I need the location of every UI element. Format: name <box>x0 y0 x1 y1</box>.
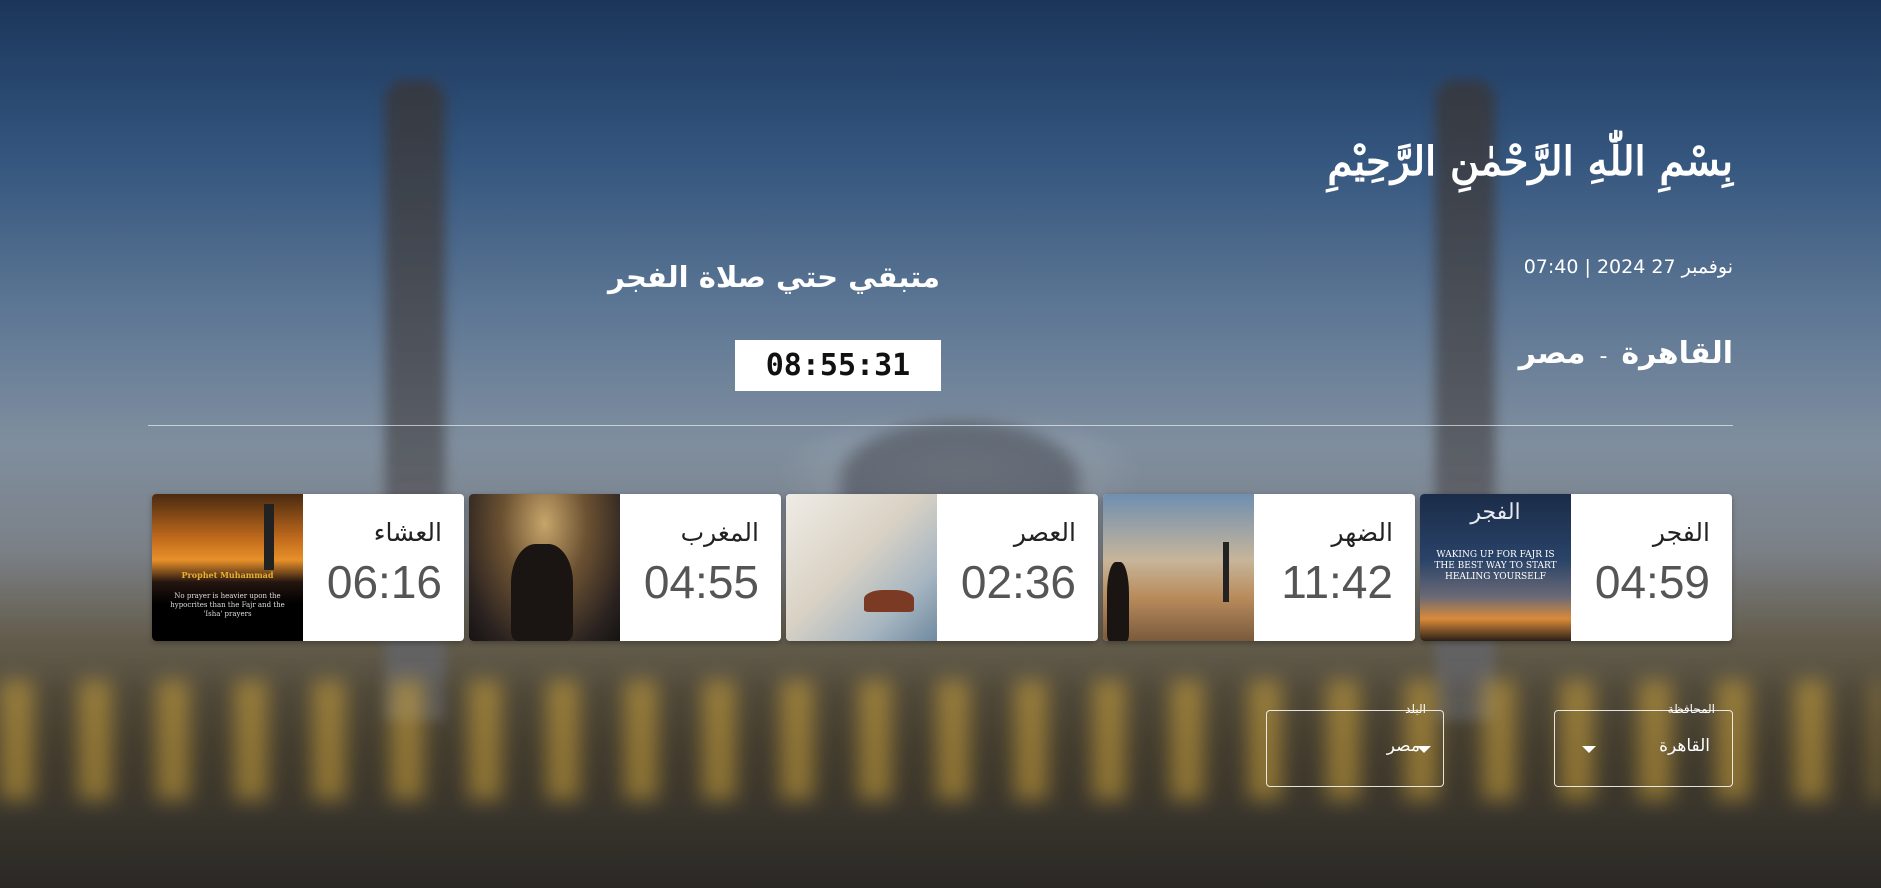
prayer-card-maghrib: المغرب 04:55 <box>469 494 781 641</box>
countdown-timer: 08:55:31 <box>735 340 941 391</box>
prayer-card-text: الفجر 04:59 <box>1571 494 1732 641</box>
prayer-card-text: المغرب 04:55 <box>620 494 781 641</box>
location-separator: - <box>1599 344 1608 369</box>
prayer-name: المغرب <box>680 518 759 547</box>
current-location: القاهرة-مصر <box>1519 336 1733 371</box>
prayer-name: الضهر <box>1331 518 1393 547</box>
location-city: القاهرة <box>1621 336 1733 371</box>
prayer-image-isha: Prophet Muhammad No prayer is heavier up… <box>152 494 303 641</box>
image-figure <box>1107 562 1129 641</box>
prayer-time: 04:55 <box>643 556 759 608</box>
prayer-name: الفجر <box>1652 518 1710 547</box>
prayer-card-dhuhr: الضهر 11:42 <box>1103 494 1415 641</box>
country-select[interactable]: البلد مصر <box>1266 702 1444 787</box>
prayer-image-asr <box>786 494 937 641</box>
caret-down-icon[interactable] <box>1417 746 1431 753</box>
image-caption: No prayer is heavier upon the hypocrites… <box>170 592 285 618</box>
prayer-time: 02:36 <box>960 556 1076 608</box>
governorate-select-label: المحافظة <box>1667 702 1715 716</box>
prayer-card-text: العشاء 06:16 <box>303 494 464 641</box>
prayer-image-maghrib <box>469 494 620 641</box>
image-caption: WAKING UP FOR FAJR IS THE BEST WAY TO ST… <box>1434 550 1557 582</box>
prayer-time: 04:59 <box>1594 556 1710 608</box>
prayer-name: العشاء <box>373 518 442 547</box>
governorate-select[interactable]: المحافظة القاهرة <box>1554 702 1733 787</box>
bismillah-heading: بِسْمِ اللّٰهِ الرَّحْمٰنِ الرَّحِيْمِ <box>1327 138 1733 185</box>
prayer-times-list: الفجر 04:59 الفجر WAKING UP FOR FAJR IS … <box>150 494 1732 641</box>
image-quran-stand <box>864 590 914 612</box>
country-select-value: مصر <box>1386 736 1420 756</box>
governorate-select-value: القاهرة <box>1659 736 1710 756</box>
country-select-label: البلد <box>1405 702 1426 716</box>
prayer-card-fajr: الفجر 04:59 الفجر WAKING UP FOR FAJR IS … <box>1420 494 1732 641</box>
prayer-name: العصر <box>1013 518 1076 547</box>
image-figure <box>511 544 573 641</box>
image-title: Prophet Muhammad <box>181 570 274 580</box>
current-datetime: نوفمبر 27 2024 | 07:40 <box>1523 256 1733 278</box>
image-minaret <box>264 504 274 570</box>
prayer-card-text: الضهر 11:42 <box>1254 494 1415 641</box>
prayer-time: 06:16 <box>326 556 442 608</box>
image-minaret <box>1223 542 1229 602</box>
prayer-time: 11:42 <box>1281 556 1393 608</box>
prayer-image-fajr: الفجر WAKING UP FOR FAJR IS THE BEST WAY… <box>1420 494 1571 641</box>
prayer-card-isha: العشاء 06:16 Prophet Muhammad No prayer … <box>152 494 464 641</box>
countdown-label: متبقي حتي صلاة الفجر <box>607 260 940 294</box>
prayer-card-text: العصر 02:36 <box>937 494 1098 641</box>
image-title: الفجر <box>1470 500 1521 525</box>
divider <box>148 425 1733 426</box>
prayer-image-dhuhr <box>1103 494 1254 641</box>
prayer-card-asr: العصر 02:36 <box>786 494 1098 641</box>
location-country: مصر <box>1518 336 1586 371</box>
caret-down-icon[interactable] <box>1582 746 1596 753</box>
